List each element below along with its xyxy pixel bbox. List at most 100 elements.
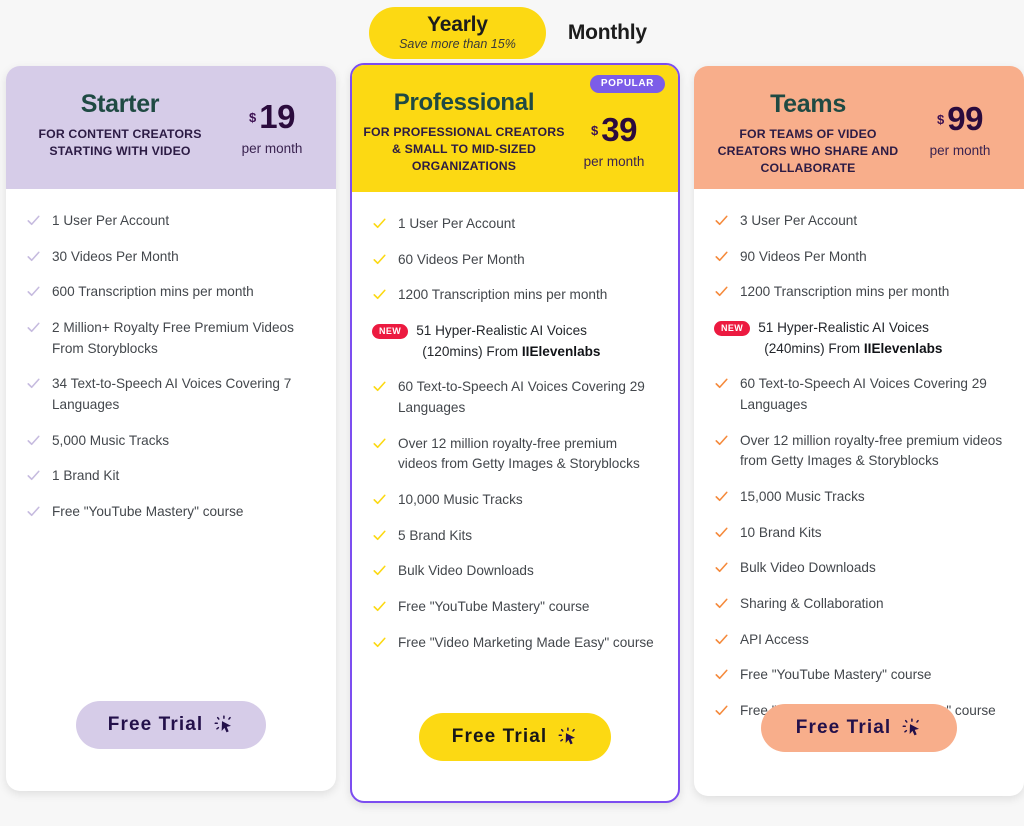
elevenlabs-brand-label: IIElevenlabs (521, 343, 601, 359)
billing-toggle-yearly-sublabel: Save more than 15% (399, 36, 516, 51)
billing-toggle-yearly[interactable]: Yearly Save more than 15% (369, 6, 546, 60)
feature-label: 34 Text-to-Speech AI Voices Covering 7 L… (52, 376, 292, 412)
feature-item: Bulk Video Downloads (714, 558, 1006, 579)
elevenlabs-brand-label: IIElevenlabs (863, 340, 943, 356)
feature-label: 1200 Transcription mins per month (740, 284, 950, 300)
feature-label: 10,000 Music Tracks (398, 491, 523, 507)
feature-item: 60 Text-to-Speech AI Voices Covering 29 … (372, 377, 660, 418)
feature-label: Free "YouTube Mastery" course (398, 598, 590, 614)
check-icon (372, 492, 387, 507)
check-icon (26, 213, 41, 228)
feature-item: 1 Brand Kit (26, 466, 318, 487)
pricing-card-professional: POPULAR Professional FOR PROFESSIONAL CREA… (350, 63, 680, 803)
check-icon (372, 252, 387, 267)
feature-label-line1: 51 Hyper-Realistic AI Voices (416, 322, 587, 338)
check-icon (714, 632, 729, 647)
feature-item: Free "YouTube Mastery" course (714, 665, 1006, 686)
feature-item: Over 12 million royalty-free premium vid… (372, 434, 660, 475)
free-trial-button-teams[interactable]: Free Trial (761, 704, 957, 752)
plan-price-block: $99 per month (912, 88, 1008, 158)
feature-label-line2: (240mins) From IIElevenlabs (758, 341, 942, 356)
feature-item: 34 Text-to-Speech AI Voices Covering 7 L… (26, 374, 318, 415)
price-line: $39 (566, 113, 662, 146)
check-icon (372, 528, 387, 543)
plan-identity-teams: Teams FOR TEAMS OF VIDEO CREATORS WHO SHA… (704, 88, 912, 177)
feature-label: 1 User Per Account (398, 216, 516, 231)
card-header-teams: Teams FOR TEAMS OF VIDEO CREATORS WHO SHA… (694, 66, 1024, 189)
feature-item: Bulk Video Downloads (372, 561, 660, 582)
plan-name: Teams (770, 90, 846, 118)
feature-label: Bulk Video Downloads (740, 560, 876, 576)
feature-label: 60 Text-to-Speech AI Voices Covering 29 … (740, 376, 987, 412)
feature-label: Free "YouTube Mastery" course (740, 667, 932, 683)
check-icon (714, 249, 729, 264)
feature-item: Sharing & Collaboration (714, 594, 1006, 615)
billing-period-toggle[interactable]: Yearly Save more than 15% Monthly (0, 0, 1024, 66)
feature-label: Free "Video Marketing Made Easy" course (398, 634, 654, 650)
feature-label: Sharing & Collaboration (740, 595, 884, 611)
feature-label: 90 Videos Per Month (740, 248, 867, 264)
check-icon (26, 320, 41, 335)
feature-label-line1: 51 Hyper-Realistic AI Voices (758, 319, 929, 335)
feature-label: 51 Hyper-Realistic AI Voices (240mins) Fr… (758, 318, 942, 359)
feature-label: Free "YouTube Mastery" course (52, 503, 244, 519)
plan-identity-professional: Professional FOR PROFESSIONAL CREATORS & … (362, 87, 566, 175)
feature-label: 60 Videos Per Month (398, 251, 525, 267)
price-line: $19 (224, 100, 320, 133)
plan-name: Starter (80, 90, 160, 118)
feature-label: 1 Brand Kit (52, 468, 120, 484)
check-icon (714, 596, 729, 611)
feature-label: 1200 Transcription mins per month (398, 287, 608, 303)
feature-label: 3 User Per Account (740, 213, 858, 228)
card-header-starter: Starter FOR CONTENT CREATORS STARTING WIT… (6, 66, 336, 189)
free-trial-button-starter[interactable]: Free Trial (76, 701, 266, 749)
feature-item: 10,000 Music Tracks (372, 490, 660, 511)
cta-container: Free Trial (6, 701, 336, 749)
plan-price-block: $39 per month (566, 87, 662, 169)
free-trial-button-professional[interactable]: Free Trial (419, 713, 611, 761)
feature-label: Over 12 million royalty-free premium vid… (398, 435, 640, 472)
check-icon (26, 468, 41, 483)
feature-item: Free "YouTube Mastery" course (372, 597, 660, 618)
feature-label: 10 Brand Kits (740, 524, 822, 540)
billing-toggle-monthly[interactable]: Monthly (560, 21, 655, 45)
feature-label: 30 Videos Per Month (52, 248, 179, 264)
feature-item: NEW 51 Hyper-Realistic AI Voices (120mins)… (372, 321, 660, 362)
check-icon (714, 560, 729, 575)
feature-item: 60 Text-to-Speech AI Voices Covering 29 … (714, 374, 1006, 415)
check-icon (26, 376, 41, 391)
feature-item: 10 Brand Kits (714, 523, 1006, 544)
check-icon (26, 249, 41, 264)
pricing-card-teams: Teams FOR TEAMS OF VIDEO CREATORS WHO SHA… (694, 66, 1024, 796)
check-icon (26, 504, 41, 519)
feature-label: Bulk Video Downloads (398, 563, 534, 579)
feature-sub-prefix: (120mins) From (422, 343, 522, 359)
price-amount: 39 (601, 111, 637, 148)
feature-label: 2 Million+ Royalty Free Premium Videos F… (52, 319, 294, 356)
feature-item: 5 Brand Kits (372, 526, 660, 547)
new-badge: NEW (714, 320, 751, 336)
click-cursor-icon (558, 727, 578, 747)
check-icon (714, 433, 729, 448)
free-trial-button-label: Free Trial (107, 714, 204, 735)
feature-item: 5,000 Music Tracks (26, 431, 318, 452)
billing-toggle-yearly-label: Yearly (427, 12, 488, 36)
check-icon (714, 667, 729, 682)
feature-item: 600 Transcription mins per month (26, 282, 318, 303)
price-period: per month (241, 141, 303, 156)
check-icon (372, 563, 387, 578)
price-currency-symbol: $ (937, 112, 945, 127)
price-currency-symbol: $ (249, 110, 257, 125)
check-icon (714, 376, 729, 391)
feature-label: 600 Transcription mins per month (52, 284, 254, 300)
click-cursor-icon (214, 715, 234, 735)
feature-item: 1 User Per Account (372, 214, 660, 235)
check-icon (26, 284, 41, 299)
feature-list-teams: 3 User Per Account 90 Videos Per Month 120… (694, 189, 1024, 722)
feature-label: 5 Brand Kits (398, 527, 473, 543)
check-icon (372, 436, 387, 451)
feature-list-professional: 1 User Per Account 60 Videos Per Month 120… (352, 192, 678, 653)
click-cursor-icon (902, 718, 922, 738)
plan-tagline: FOR PROFESSIONAL CREATORS & SMALL TO MID… (363, 124, 565, 173)
feature-label: 5,000 Music Tracks (52, 432, 170, 448)
